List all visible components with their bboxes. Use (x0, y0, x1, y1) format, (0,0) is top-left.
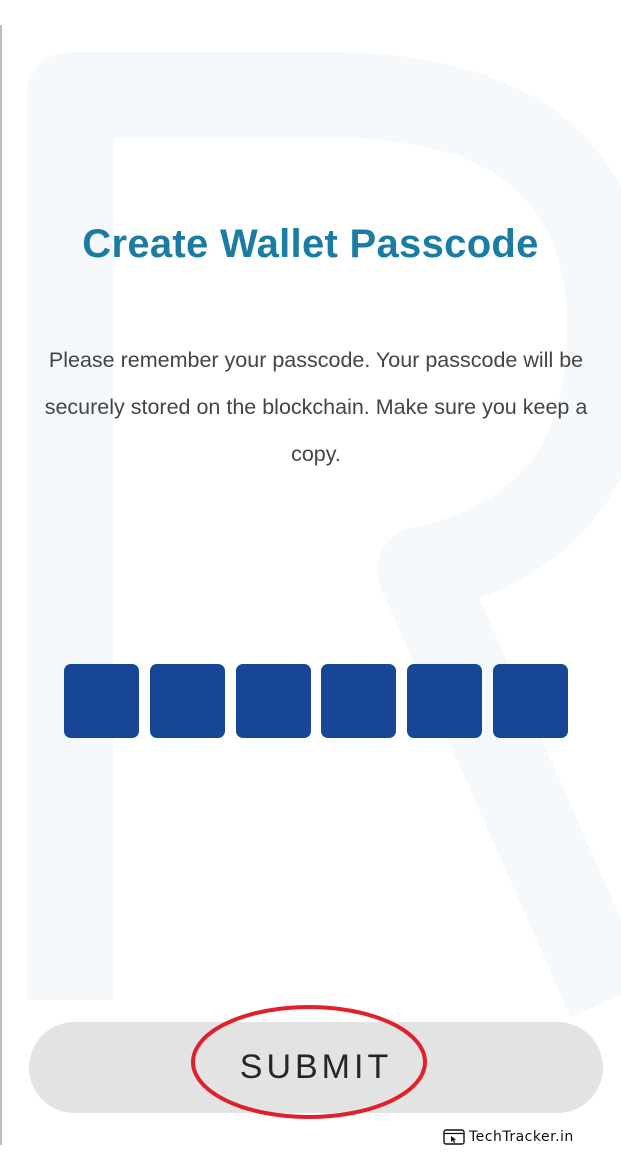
background-logo-watermark (27, 52, 621, 1018)
site-watermark: TechTracker.in (443, 1127, 574, 1147)
submit-button[interactable]: SUBMIT (29, 1022, 603, 1113)
left-edge-divider (0, 25, 2, 1145)
site-watermark-text: TechTracker.in (469, 1129, 574, 1145)
passcode-digit-5[interactable] (407, 664, 483, 738)
passcode-digit-3[interactable] (235, 664, 311, 738)
page-title: Create Wallet Passcode (82, 222, 539, 266)
browser-cursor-icon (443, 1129, 465, 1145)
passcode-input-row[interactable] (64, 664, 568, 738)
passcode-instructions: Please remember your passcode. Your pass… (44, 348, 588, 466)
passcode-digit-2[interactable] (149, 664, 225, 738)
passcode-digit-1[interactable] (64, 664, 139, 738)
passcode-digit-6[interactable] (492, 664, 568, 738)
passcode-digit-4[interactable] (321, 664, 397, 738)
